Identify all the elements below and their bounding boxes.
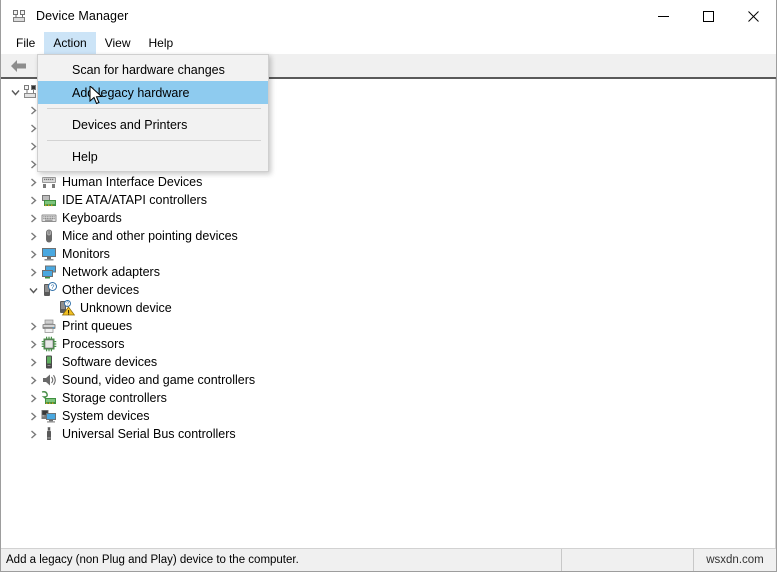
tree-row[interactable]: Processors [1,335,775,353]
other-device-icon: ? [41,282,57,298]
status-message: Add a legacy (non Plug and Play) device … [6,554,299,566]
menu-help[interactable]: Help [140,32,183,54]
tree-row[interactable]: Software devices [1,353,775,371]
chevron-right-icon[interactable] [25,231,41,241]
menu-view[interactable]: View [96,32,140,54]
maximize-icon [703,10,714,22]
tree-item-label: System devices [62,409,150,423]
chevron-right-icon[interactable] [25,267,41,277]
chevron-right-icon[interactable] [25,339,41,349]
menu-item-help[interactable]: Help [38,145,268,168]
software-device-icon [41,354,57,370]
tree-row[interactable]: ? Other devices [1,281,775,299]
tree-item-label: Human Interface Devices [62,175,203,189]
window-controls [641,0,776,32]
tree-item-label: Unknown device [80,301,172,315]
unknown-device-warning-icon: ? [59,300,75,316]
tree-row[interactable]: Human Interface Devices [1,173,775,191]
tree-row[interactable]: System devices [1,407,775,425]
menu-file[interactable]: File [7,32,44,54]
hid-icon [41,174,57,190]
svg-text:?: ? [51,284,55,291]
title-bar: Device Manager [1,0,776,32]
back-button[interactable] [7,56,29,76]
status-middle-panel [561,549,693,571]
tree-item-label: Software devices [62,355,158,369]
tree-item-label: Network adapters [62,265,160,279]
watermark-label: wsxdn.com [693,549,776,571]
chevron-down-icon[interactable] [7,88,23,97]
chevron-down-icon[interactable] [25,286,41,295]
tree-row[interactable]: Storage controllers [1,389,775,407]
chevron-right-icon[interactable] [25,357,41,367]
tree-row[interactable]: Sound, video and game controllers [1,371,775,389]
mouse-icon [41,228,57,244]
device-manager-icon [11,8,27,24]
tree-row[interactable]: Mice and other pointing devices [1,227,775,245]
tree-item-label: Keyboards [62,211,122,225]
menu-action[interactable]: Action [44,32,96,54]
tree-item-label: Universal Serial Bus controllers [62,427,236,441]
tree-row[interactable]: IDE ATA/ATAPI controllers [1,191,775,209]
menu-item-scan-for-hardware-changes[interactable]: Scan for hardware changes [38,58,268,81]
printer-icon [41,318,57,334]
menu-separator [47,108,261,109]
chevron-right-icon[interactable] [25,213,41,223]
tree-item-label: Print queues [62,319,133,333]
sound-icon [41,372,57,388]
minimize-icon [658,15,669,17]
tree-item-label: Monitors [62,247,110,261]
device-manager-window: Device Manager File Action View Help Hum… [0,0,777,572]
tree-row[interactable]: Network adapters [1,263,775,281]
status-bar: Add a legacy (non Plug and Play) device … [1,548,776,571]
back-arrow-icon [10,59,26,72]
tree-row[interactable]: Universal Serial Bus controllers [1,425,775,443]
chevron-right-icon[interactable] [25,249,41,259]
storage-controller-icon [41,390,57,406]
close-icon [748,10,759,22]
tree-item-label: IDE ATA/ATAPI controllers [62,193,207,207]
system-device-icon [41,408,57,424]
usb-icon [41,426,57,442]
chevron-right-icon[interactable] [25,195,41,205]
chevron-right-icon[interactable] [25,321,41,331]
tree-item-label: Other devices [62,283,140,297]
tree-row[interactable]: Monitors [1,245,775,263]
ide-controller-icon [41,192,57,208]
close-button[interactable] [731,0,776,32]
tree-row[interactable]: ? Unknown device [1,299,775,317]
chevron-right-icon[interactable] [25,375,41,385]
tree-item-label: Mice and other pointing devices [62,229,238,243]
menu-item-add-legacy-hardware[interactable]: Add legacy hardware [38,81,268,104]
tree-item-label: Storage controllers [62,391,167,405]
tree-item-label: Processors [62,337,125,351]
processor-icon [41,336,57,352]
chevron-right-icon[interactable] [25,177,41,187]
maximize-button[interactable] [686,0,731,32]
tree-row[interactable]: Keyboards [1,209,775,227]
minimize-button[interactable] [641,0,686,32]
menu-item-devices-and-printers[interactable]: Devices and Printers [38,113,268,136]
chevron-right-icon[interactable] [25,393,41,403]
chevron-right-icon[interactable] [25,429,41,439]
window-title: Device Manager [36,9,129,23]
action-dropdown-menu[interactable]: Scan for hardware changes Add legacy har… [37,54,269,172]
chevron-right-icon[interactable] [25,411,41,421]
menu-separator [47,140,261,141]
menu-bar: File Action View Help [1,32,776,54]
monitor-icon [41,246,57,262]
network-adapter-icon [41,264,57,280]
tree-item-label: Sound, video and game controllers [62,373,256,387]
tree-row[interactable]: Print queues [1,317,775,335]
keyboard-icon [41,210,57,226]
